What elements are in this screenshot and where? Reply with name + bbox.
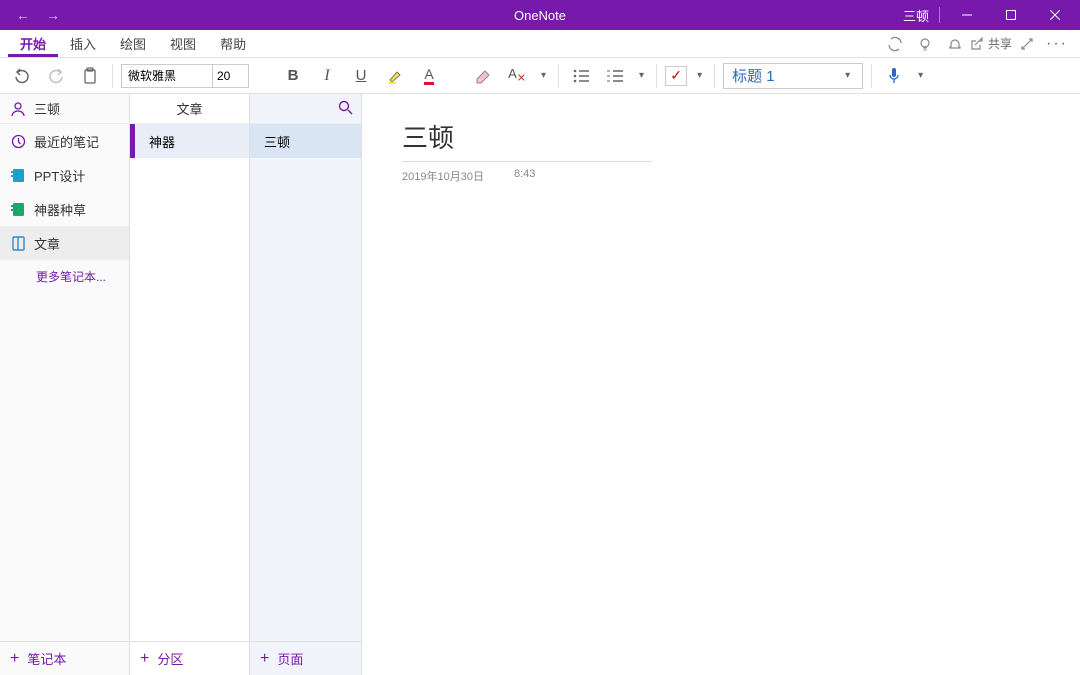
font-color-button[interactable]: A bbox=[415, 62, 443, 90]
tag-dropdown-icon[interactable]: ▾ bbox=[693, 70, 706, 81]
menu-bar: 开始 插入 绘图 视图 帮助 共享 ··· bbox=[0, 30, 1080, 58]
dictate-button[interactable] bbox=[880, 62, 908, 90]
add-notebook-button[interactable]: + 笔记本 bbox=[0, 641, 129, 675]
user-row[interactable]: 三顿 bbox=[0, 94, 129, 124]
sidebar-item-label: 神器种草 bbox=[34, 200, 86, 219]
add-section-label: 分区 bbox=[157, 649, 183, 668]
section-header-label: 文章 bbox=[176, 99, 202, 118]
style-label: 标题 1 bbox=[732, 65, 775, 86]
window-close-button[interactable] bbox=[1038, 0, 1072, 30]
page-list: 三顿 + 页面 bbox=[250, 94, 362, 675]
underline-button[interactable]: U bbox=[347, 62, 375, 90]
tab-view[interactable]: 视图 bbox=[158, 30, 208, 57]
nav-back-icon[interactable]: ← bbox=[16, 7, 30, 23]
section-tab-label: 神器 bbox=[149, 132, 175, 151]
tab-home[interactable]: 开始 bbox=[8, 30, 58, 57]
tab-help[interactable]: 帮助 bbox=[208, 30, 258, 57]
plus-icon: + bbox=[140, 650, 149, 668]
share-button[interactable]: 共享 bbox=[970, 30, 1012, 58]
lightbulb-icon[interactable] bbox=[910, 30, 940, 58]
section-list: 文章 神器 + 分区 bbox=[130, 94, 250, 675]
notebook-icon bbox=[10, 167, 26, 183]
font-name-input[interactable] bbox=[122, 65, 212, 87]
more-notebooks-link[interactable]: 更多笔记本... bbox=[0, 260, 129, 293]
tab-draw[interactable]: 绘图 bbox=[108, 30, 158, 57]
user-label: 三顿 bbox=[34, 99, 60, 118]
more-icon[interactable]: ··· bbox=[1042, 30, 1072, 58]
sync-icon[interactable] bbox=[880, 30, 910, 58]
section-tab[interactable]: 神器 bbox=[130, 124, 249, 158]
sidebar-item-label: 最近的笔记 bbox=[34, 132, 99, 151]
add-section-button[interactable]: + 分区 bbox=[130, 641, 249, 675]
format-dropdown-icon[interactable]: ▾ bbox=[537, 70, 550, 81]
sidebar-item-articles[interactable]: 文章 bbox=[0, 226, 129, 260]
italic-button[interactable]: I bbox=[313, 62, 341, 90]
window-minimize-button[interactable] bbox=[950, 0, 984, 30]
page-tab[interactable]: 三顿 bbox=[250, 124, 361, 158]
account-name[interactable]: 三顿 bbox=[903, 6, 929, 25]
bold-button[interactable]: B bbox=[279, 62, 307, 90]
style-selector[interactable]: 标题 1 ▾ bbox=[723, 63, 863, 89]
page-list-header bbox=[250, 94, 361, 124]
add-page-button[interactable]: + 页面 bbox=[250, 641, 361, 675]
todo-checkbox-button[interactable] bbox=[665, 66, 687, 86]
style-dropdown-icon: ▾ bbox=[841, 70, 854, 81]
title-bar: ← → OneNote 三顿 bbox=[0, 0, 1080, 30]
editor-canvas[interactable]: 三顿 2019年10月30日 8:43 bbox=[362, 94, 1080, 675]
format-painter-button[interactable]: A✕ bbox=[503, 62, 531, 90]
tab-insert[interactable]: 插入 bbox=[58, 30, 108, 57]
sidebar-item-tools[interactable]: 神器种草 bbox=[0, 192, 129, 226]
sidebar-item-label: 文章 bbox=[34, 234, 60, 253]
dictate-dropdown-icon[interactable]: ▾ bbox=[914, 70, 927, 81]
sidebar-item-ppt[interactable]: PPT设计 bbox=[0, 158, 129, 192]
font-size-input[interactable] bbox=[212, 65, 248, 87]
add-page-label: 页面 bbox=[277, 649, 303, 668]
plus-icon: + bbox=[10, 650, 19, 668]
page-tab-label: 三顿 bbox=[264, 132, 290, 151]
fullscreen-icon[interactable] bbox=[1012, 30, 1042, 58]
section-header: 文章 bbox=[130, 94, 249, 124]
sidebar-item-label: PPT设计 bbox=[34, 166, 85, 185]
divider bbox=[939, 7, 940, 23]
notebook-icon bbox=[10, 201, 26, 217]
notebook-sidebar: 三顿 最近的笔记 PPT设计 神器种草 文章 更多笔记本... bbox=[0, 94, 130, 675]
window-maximize-button[interactable] bbox=[994, 0, 1028, 30]
sidebar-item-recent[interactable]: 最近的笔记 bbox=[0, 124, 129, 158]
list-dropdown-icon[interactable]: ▾ bbox=[635, 70, 648, 81]
plus-icon: + bbox=[260, 650, 269, 668]
notebook-icon bbox=[10, 235, 26, 251]
font-selector[interactable] bbox=[121, 64, 249, 88]
nav-forward-icon[interactable]: → bbox=[46, 7, 60, 23]
bullet-list-button[interactable] bbox=[567, 62, 595, 90]
page-date: 2019年10月30日 bbox=[402, 168, 484, 184]
page-title[interactable]: 三顿 bbox=[402, 118, 652, 162]
clock-icon bbox=[10, 133, 26, 149]
clear-format-button[interactable] bbox=[469, 62, 497, 90]
page-time: 8:43 bbox=[514, 168, 535, 184]
share-label: 共享 bbox=[988, 35, 1012, 52]
highlight-button[interactable] bbox=[381, 62, 409, 90]
app-title: OneNote bbox=[514, 8, 566, 23]
number-list-button[interactable] bbox=[601, 62, 629, 90]
bell-icon[interactable] bbox=[940, 30, 970, 58]
search-icon[interactable] bbox=[338, 100, 353, 118]
undo-button[interactable] bbox=[8, 62, 36, 90]
add-notebook-label: 笔记本 bbox=[27, 649, 66, 668]
ribbon: B I U A A✕ ▾ ▾ ▾ 标题 1 ▾ ▾ bbox=[0, 58, 1080, 94]
redo-button[interactable] bbox=[42, 62, 70, 90]
main-area: 三顿 最近的笔记 PPT设计 神器种草 文章 更多笔记本... bbox=[0, 94, 1080, 675]
clipboard-button[interactable] bbox=[76, 62, 104, 90]
